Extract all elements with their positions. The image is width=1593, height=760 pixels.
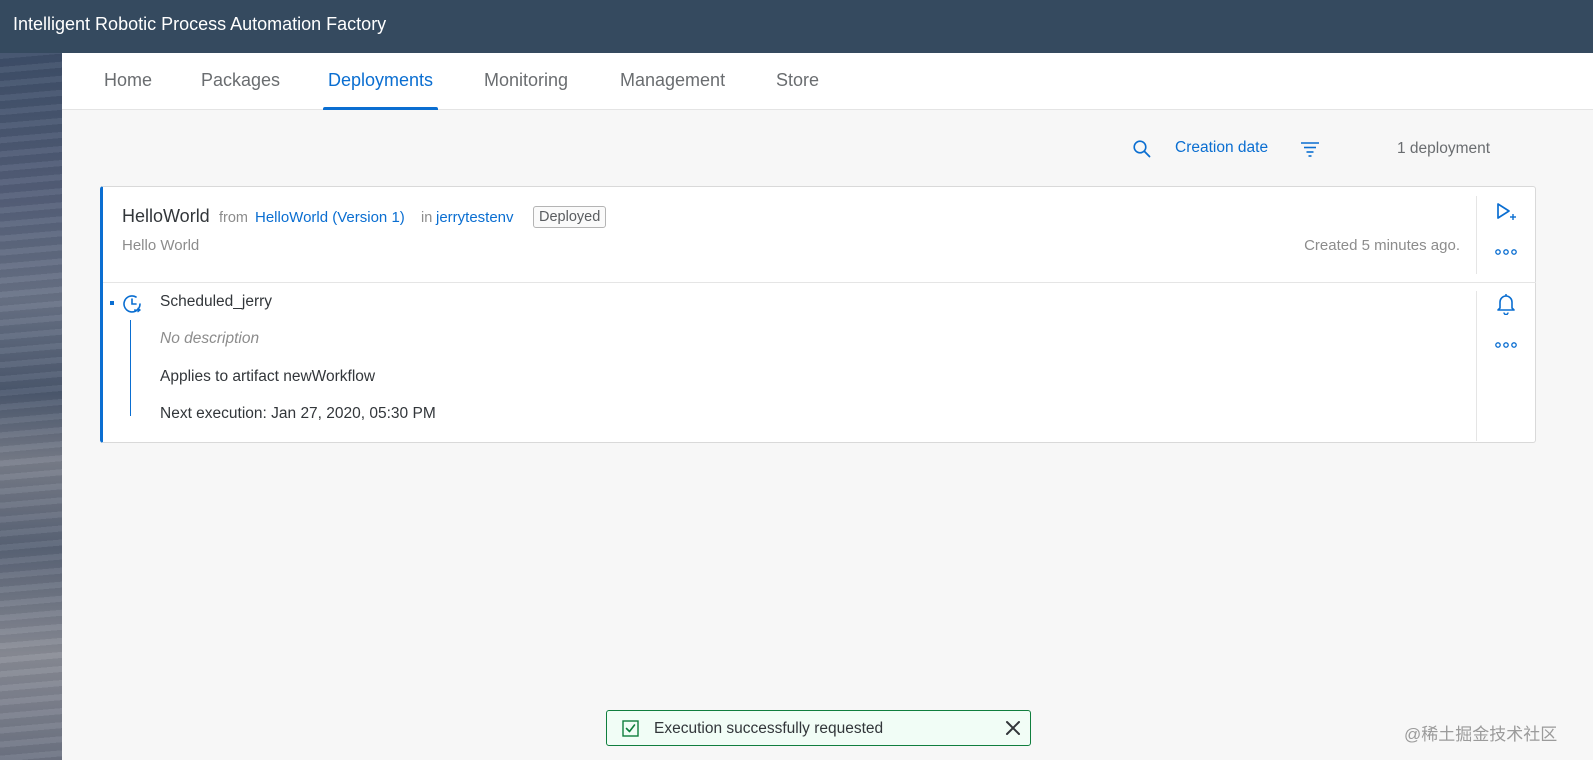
tab-home[interactable]: Home [104, 53, 152, 110]
trigger-marker [110, 301, 114, 305]
trigger-divider [1476, 291, 1477, 441]
trigger-description: No description [160, 330, 260, 347]
header-divider [1476, 196, 1477, 274]
app-title: Intelligent Robotic Process Automation F… [13, 14, 387, 34]
run-play-icon[interactable] [1494, 200, 1518, 224]
more-icon[interactable] [1494, 240, 1518, 264]
deployment-description: Hello World [122, 237, 200, 254]
search-icon[interactable] [1132, 139, 1152, 159]
shell-bar: Intelligent Robotic Process Automation F… [0, 0, 1593, 53]
watermark: @稀土掘金技术社区 [1404, 725, 1558, 744]
more-icon[interactable] [1494, 333, 1518, 357]
tab-management[interactable]: Management [620, 53, 725, 110]
sort-icon[interactable] [1300, 139, 1320, 159]
deployment-header: HelloWorld from HelloWorld (Version 1) i… [103, 187, 1536, 283]
background-image [0, 53, 62, 760]
package-link[interactable]: HelloWorld (Version 1) [255, 209, 405, 226]
deployment-card: HelloWorld from HelloWorld (Version 1) i… [100, 186, 1536, 443]
tab-store[interactable]: Store [776, 53, 819, 110]
environment-link[interactable]: jerrytestenv [436, 209, 514, 226]
deployment-count: 1 deployment [1397, 140, 1491, 157]
deployment-name[interactable]: HelloWorld [122, 206, 210, 227]
in-text: in [421, 210, 433, 226]
trigger-name: Scheduled_jerry [160, 293, 273, 310]
close-icon[interactable] [1003, 718, 1023, 738]
check-icon [622, 720, 639, 737]
tab-bar: Home Packages Deployments Monitoring Man… [62, 53, 1593, 110]
main-content: Home Packages Deployments Monitoring Man… [62, 53, 1593, 760]
sort-creation-date-link[interactable]: Creation date [1175, 139, 1268, 157]
bell-icon[interactable] [1494, 292, 1518, 316]
success-toast: Execution successfully requested [606, 710, 1031, 746]
tab-packages[interactable]: Packages [201, 53, 280, 110]
status-badge: Deployed [533, 206, 607, 228]
trigger-line [130, 320, 131, 416]
tab-monitoring[interactable]: Monitoring [484, 53, 568, 110]
trigger-next-execution: Next execution: Jan 27, 2020, 05:30 PM [160, 405, 436, 422]
from-text: from [219, 210, 248, 226]
clock-icon [123, 295, 142, 313]
toast-message: Execution successfully requested [654, 720, 884, 737]
tab-deployments[interactable]: Deployments [322, 53, 439, 110]
trigger-artifact: Applies to artifact newWorkflow [160, 368, 376, 385]
created-timestamp: Created 5 minutes ago. [1304, 237, 1460, 254]
